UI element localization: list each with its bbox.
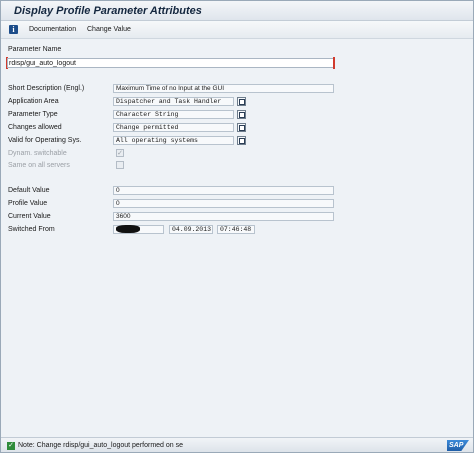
- main-content: Parameter Name Short Description (Engl.)…: [1, 39, 473, 437]
- status-message[interactable]: Note: Change rdisp/gui_auto_logout perfo…: [18, 442, 183, 449]
- short-description-field: Maximum Time of no Input at the GUI: [113, 84, 334, 93]
- dynamic-switchable-label: Dynam. switchable: [8, 150, 67, 157]
- same-all-servers-checkbox: [116, 161, 124, 169]
- application-toolbar: i Documentation Change Value: [1, 21, 473, 39]
- info-icon[interactable]: i: [9, 25, 18, 34]
- value-help-icon[interactable]: [237, 110, 246, 119]
- current-value-label: Current Value: [8, 213, 51, 220]
- value-help-icon[interactable]: [237, 97, 246, 106]
- default-value-field: 0: [113, 186, 334, 195]
- parameter-name-label: Parameter Name: [8, 46, 62, 53]
- changes-allowed-field: Change permitted: [113, 123, 234, 132]
- sap-window: Display Profile Parameter Attributes i D…: [0, 0, 474, 453]
- sap-logo: SAP: [447, 440, 469, 451]
- status-bar: ✓ Note: Change rdisp/gui_auto_logout per…: [1, 437, 473, 452]
- application-area-field: Dispatcher and Task Handler: [113, 97, 234, 106]
- window-title: Display Profile Parameter Attributes: [14, 5, 202, 17]
- valid-os-field: All operating systems: [113, 136, 234, 145]
- input-right-marker: [333, 57, 335, 69]
- short-description-label: Short Description (Engl.): [8, 85, 85, 92]
- current-value-field: 3600: [113, 212, 334, 221]
- changes-allowed-label: Changes allowed: [8, 124, 62, 131]
- documentation-button[interactable]: Documentation: [29, 26, 76, 33]
- switched-from-date-field: 04.09.2013: [169, 225, 213, 234]
- dynamic-switchable-checkbox: ✓: [116, 149, 124, 157]
- valid-os-label: Valid for Operating Sys.: [8, 137, 82, 144]
- redaction-mark: [116, 225, 140, 233]
- parameter-type-label: Parameter Type: [8, 111, 58, 118]
- value-help-icon[interactable]: [237, 123, 246, 132]
- same-all-servers-label: Same on all servers: [8, 162, 70, 169]
- switched-from-time-field: 07:46:48: [217, 225, 255, 234]
- switched-from-label: Switched From: [8, 226, 55, 233]
- parameter-type-field: Character String: [113, 110, 234, 119]
- success-check-icon: ✓: [7, 442, 15, 450]
- title-bar: Display Profile Parameter Attributes: [1, 1, 473, 21]
- profile-value-label: Profile Value: [8, 200, 48, 207]
- value-help-icon[interactable]: [237, 136, 246, 145]
- application-area-label: Application Area: [8, 98, 59, 105]
- parameter-name-input[interactable]: [7, 58, 334, 68]
- default-value-label: Default Value: [8, 187, 50, 194]
- profile-value-field: 0: [113, 199, 334, 208]
- change-value-button[interactable]: Change Value: [87, 26, 131, 33]
